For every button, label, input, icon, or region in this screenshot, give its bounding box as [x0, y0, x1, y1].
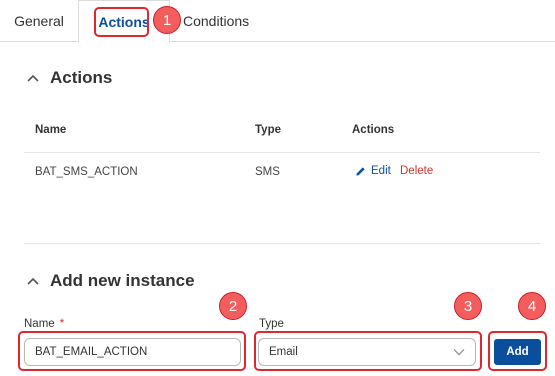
- edit-link[interactable]: Edit: [355, 165, 391, 177]
- tab-bar: General Actions Conditions: [0, 0, 555, 43]
- column-header-type: Type: [255, 124, 281, 136]
- name-label-text: Name: [24, 318, 55, 330]
- highlight-type-field: [254, 331, 482, 371]
- actions-section-header[interactable]: Actions: [26, 68, 112, 88]
- chevron-up-icon: [27, 277, 39, 285]
- highlight-name-field: [18, 331, 246, 371]
- step-marker-2: 2: [219, 292, 247, 320]
- row-type: SMS: [255, 166, 280, 178]
- name-field-label: Name *: [24, 318, 64, 330]
- step-marker-4: 4: [518, 292, 546, 320]
- edit-label: Edit: [371, 165, 391, 177]
- step-marker-1: 1: [153, 6, 181, 34]
- highlight-actions-tab: [94, 7, 149, 37]
- column-header-actions: Actions: [352, 124, 395, 136]
- delete-link[interactable]: Delete: [400, 165, 433, 177]
- column-header-name: Name: [35, 124, 67, 136]
- step-marker-3: 3: [454, 292, 482, 320]
- tab-conditions[interactable]: Conditions: [170, 0, 268, 42]
- table-divider: [24, 152, 540, 153]
- required-mark: *: [59, 318, 65, 330]
- chevron-up-icon: [27, 74, 39, 82]
- add-instance-section-header[interactable]: Add new instance: [26, 271, 195, 291]
- section-divider: [24, 243, 540, 244]
- pencil-icon: [356, 166, 365, 176]
- tab-general[interactable]: General: [0, 0, 78, 42]
- type-field-label: Type: [259, 318, 284, 330]
- row-name: BAT_SMS_ACTION: [35, 166, 138, 178]
- add-instance-section-title: Add new instance: [50, 271, 195, 290]
- actions-section-title: Actions: [50, 68, 113, 87]
- highlight-add-button: [488, 331, 547, 371]
